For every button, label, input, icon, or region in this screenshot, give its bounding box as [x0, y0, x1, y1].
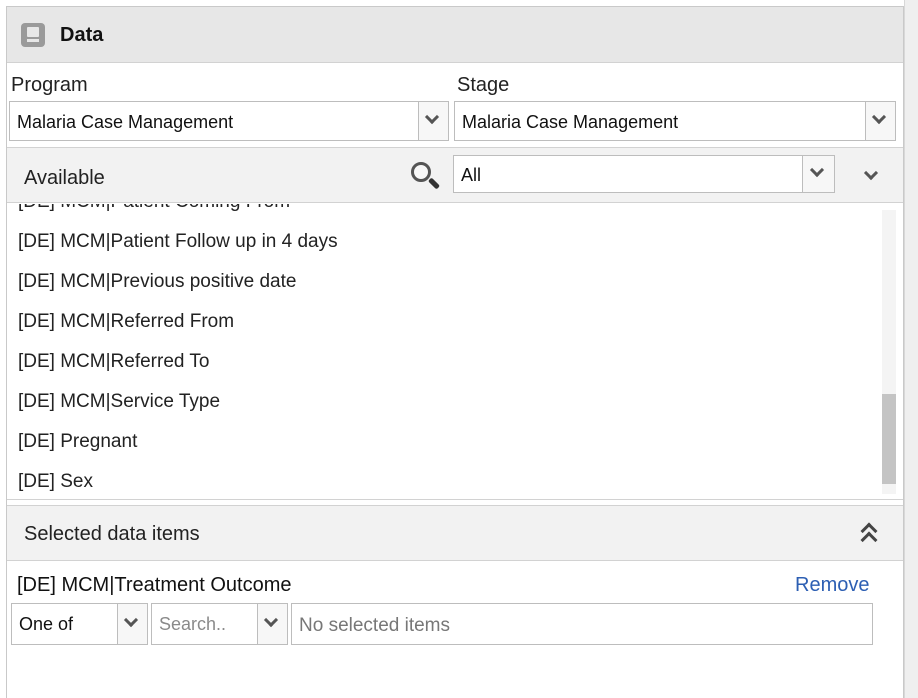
selected-items-header: Selected data items — [7, 505, 903, 561]
selected-values-box[interactable]: No selected items — [291, 603, 873, 645]
panel-title: Data — [60, 24, 104, 46]
available-header: Available All — [7, 147, 903, 203]
program-select-value: Malaria Case Management — [17, 112, 234, 132]
list-item[interactable]: [DE] MCM|Patient Coming From — [18, 204, 290, 213]
data-panel: Data Program Malaria Case Management Sta… — [6, 6, 904, 698]
list-item[interactable]: [DE] MCM|Referred To — [18, 351, 209, 373]
page: Data Program Malaria Case Management Sta… — [0, 0, 918, 698]
list-item[interactable]: [DE] Pregnant — [18, 431, 137, 453]
search-combo[interactable]: Search.. — [151, 603, 288, 645]
program-select[interactable]: Malaria Case Management — [9, 101, 449, 141]
collapse-chevron-icon[interactable] — [863, 165, 879, 181]
list-item[interactable]: [DE] MCM|Patient Follow up in 4 days — [18, 231, 338, 253]
list-item[interactable]: [DE] MCM|Referred From — [18, 311, 234, 333]
outer-scrollbar[interactable] — [904, 0, 918, 698]
available-label: Available — [24, 167, 105, 189]
double-chevron-up-icon[interactable] — [858, 521, 880, 549]
chevron-down-icon[interactable] — [865, 102, 895, 140]
operator-select[interactable]: One of — [11, 603, 148, 645]
program-label: Program — [11, 74, 88, 96]
chevron-down-icon[interactable] — [802, 156, 834, 192]
scrollbar-thumb[interactable] — [882, 394, 896, 484]
operator-value: One of — [19, 614, 74, 634]
search-icon[interactable] — [411, 162, 441, 192]
list-item[interactable]: [DE] Sex — [18, 471, 93, 493]
data-icon — [21, 23, 45, 47]
list-item[interactable]: [DE] MCM|Service Type — [18, 391, 220, 413]
stage-select[interactable]: Malaria Case Management — [454, 101, 896, 141]
stage-select-value: Malaria Case Management — [462, 112, 679, 132]
search-combo-placeholder: Search.. — [159, 614, 227, 634]
chevron-down-icon[interactable] — [117, 604, 147, 644]
selected-values-placeholder: No selected items — [299, 615, 451, 636]
stage-label: Stage — [457, 74, 510, 96]
type-filter-select[interactable]: All — [453, 155, 835, 193]
chevron-down-icon[interactable] — [257, 604, 287, 644]
list-item[interactable]: [DE] MCM|Previous positive date — [18, 271, 296, 293]
type-filter-value: All — [461, 165, 482, 185]
selected-item-name: [DE] MCM|Treatment Outcome — [17, 574, 292, 596]
selected-items-label: Selected data items — [24, 523, 200, 545]
available-list[interactable]: [DE] MCM|Patient Coming From [DE] MCM|Pa… — [7, 204, 903, 500]
chevron-down-icon[interactable] — [418, 102, 448, 140]
remove-link[interactable]: Remove — [795, 574, 869, 597]
panel-header[interactable]: Data — [7, 7, 903, 63]
